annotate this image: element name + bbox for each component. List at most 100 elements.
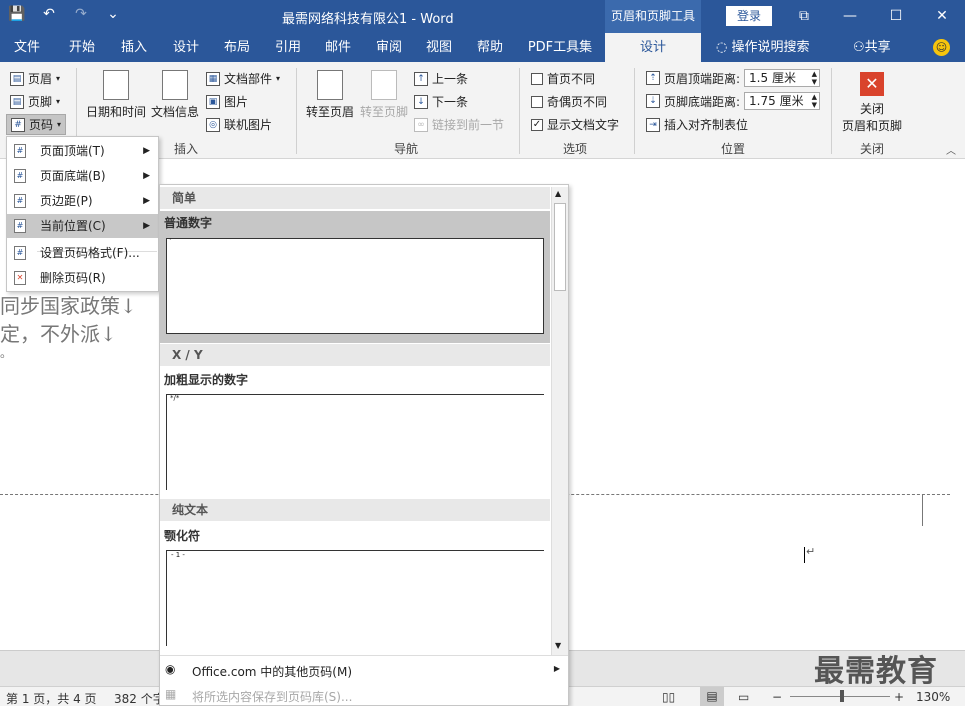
next-label: 下一条 <box>432 95 469 109</box>
separator <box>634 68 635 154</box>
page-top-icon: # <box>14 144 26 158</box>
link-previous-button[interactable]: ∞ 链接到前一节 <box>414 116 504 133</box>
gallery-item-bold-numbers[interactable]: */* <box>166 394 544 490</box>
title-bar: 💾 ↶ ↷ ⌄ 最需网络科技有限公1 - Word 页眉和页脚工具 登录 ⧉ —… <box>0 0 965 33</box>
picture-label: 图片 <box>224 95 249 109</box>
online-picture-icon: ◎ <box>206 117 220 132</box>
tab-help[interactable]: 帮助 <box>470 33 510 62</box>
tab-file[interactable]: 文件 <box>8 33 46 62</box>
separator <box>519 68 520 154</box>
tab-pdf-tools[interactable]: PDF工具集 <box>522 33 598 62</box>
online-picture-button[interactable]: ◎ 联机图片 <box>206 116 272 133</box>
scroll-thumb[interactable] <box>554 203 566 291</box>
close-red-x-icon: ✕ <box>860 72 884 96</box>
current-position-gallery: 简单 普通数字 · X / Y 加粗显示的数字 */* 纯文本 颚化符 - 1 … <box>159 184 569 706</box>
gallery-item-plain-number[interactable]: · <box>166 235 544 334</box>
ribbon-display-options-icon[interactable]: ⧉ <box>781 0 827 33</box>
tab-home[interactable]: 开始 <box>62 33 102 62</box>
zoom-slider-thumb[interactable] <box>840 690 844 702</box>
minimize-icon[interactable]: — <box>827 0 873 33</box>
separator <box>296 68 297 154</box>
spinner-arrows-icon[interactable]: ▲ ▼ <box>812 70 817 86</box>
doc-info-label: 文档信息 <box>150 105 199 119</box>
next-button[interactable]: ↓ 下一条 <box>414 93 468 110</box>
zoom-in-button[interactable]: + <box>894 690 904 704</box>
thumbnail-text: - 1 - <box>171 551 185 559</box>
show-doc-text-checkbox[interactable]: ✓ 显示文档文字 <box>531 116 619 133</box>
footer-button[interactable]: ▤ 页脚 ▾ <box>10 93 60 110</box>
menu-item-bottom-of-page[interactable]: # 页面底端(B) ▶ <box>7 164 158 188</box>
save-icon[interactable]: 💾 <box>8 6 26 22</box>
spinner-arrows-icon[interactable]: ▲ ▼ <box>812 93 817 109</box>
tab-mailings[interactable]: 邮件 <box>318 33 358 62</box>
page-number-icon: # <box>11 117 25 132</box>
watermark-logo: 最需教育 <box>814 654 938 689</box>
header-top-spinner[interactable]: 1.5 厘米 ▲ ▼ <box>744 69 821 87</box>
tab-references[interactable]: 引用 <box>268 33 308 62</box>
page-number-button[interactable]: # 页码 ▾ <box>6 114 67 135</box>
undo-icon[interactable]: ↶ <box>40 6 58 22</box>
insert-alignment-tab-button[interactable]: ⇥ 插入对齐制表位 <box>646 116 748 133</box>
header-top-distance: ⇡ 页眉顶端距离: 1.5 厘米 ▲ ▼ <box>646 69 821 87</box>
tell-me-search[interactable]: ◌ 操作说明搜索 <box>716 33 810 62</box>
word-count[interactable]: 382 个字 <box>114 690 165 706</box>
scroll-up-icon[interactable]: ▲ <box>555 189 561 198</box>
doc-parts-button[interactable]: ▦ 文档部件 ▾ <box>206 70 280 87</box>
menu-item-top-of-page[interactable]: # 页面顶端(T) ▶ <box>7 139 158 163</box>
menu-item-page-margins[interactable]: # 页边距(P) ▶ <box>7 189 158 213</box>
goto-footer-button[interactable]: 转至页脚 <box>358 70 410 120</box>
header-button[interactable]: ▤ 页眉 ▾ <box>10 70 60 87</box>
menu-item-format-page-numbers[interactable]: # 设置页码格式(F)... <box>7 241 158 265</box>
person-icon: ⚇ <box>853 40 865 55</box>
different-odd-even-checkbox[interactable]: 奇偶页不同 <box>531 93 607 110</box>
doc-line-2: 定，不外派↓ <box>0 322 117 346</box>
menu-item-current-position[interactable]: # 当前位置(C) ▶ <box>7 214 158 238</box>
login-button[interactable]: 登录 <box>726 6 772 26</box>
margin-mark <box>922 494 923 526</box>
goto-header-label: 转至页眉 <box>305 105 354 119</box>
customize-qat-icon[interactable]: ⌄ <box>104 6 122 22</box>
scroll-down-icon[interactable]: ▼ <box>555 641 561 650</box>
menu-item-label: 设置页码格式(F)... <box>40 246 140 260</box>
tab-review[interactable]: 审阅 <box>369 33 409 62</box>
different-first-page-checkbox[interactable]: 首页不同 <box>531 70 595 87</box>
format-page-number-icon: # <box>14 246 26 260</box>
print-layout-icon[interactable]: ▤ <box>700 687 724 706</box>
close-header-footer-button[interactable]: ✕ 关闭 页眉和页脚 <box>838 72 906 134</box>
tab-insert[interactable]: 插入 <box>114 33 154 62</box>
previous-button[interactable]: ↑ 上一条 <box>414 70 468 87</box>
submenu-arrow-icon: ▶ <box>143 221 150 231</box>
date-time-button[interactable]: 日期和时间 <box>86 70 146 120</box>
picture-button[interactable]: ▣ 图片 <box>206 93 248 110</box>
share-button[interactable]: ⚇共享 <box>853 33 891 62</box>
web-layout-icon[interactable]: ▭ <box>738 690 749 704</box>
tab-design[interactable]: 设计 <box>166 33 206 62</box>
gallery-item-tilde[interactable]: - 1 - <box>166 550 544 646</box>
checkbox-checked-icon: ✓ <box>531 118 543 131</box>
current-position-icon: # <box>14 219 26 233</box>
menu-item-remove-page-numbers[interactable]: ✕ 删除页码(R) <box>7 266 158 290</box>
doc-info-button[interactable]: 文档信息 <box>150 70 200 120</box>
smiley-feedback-icon[interactable]: ☺ <box>933 39 950 56</box>
goto-header-button[interactable]: 转至页眉 <box>304 70 356 120</box>
insert-alignment-tab-label: 插入对齐制表位 <box>664 118 749 132</box>
zoom-out-button[interactable]: − <box>772 690 782 704</box>
read-mode-icon[interactable]: ▯▯ <box>662 690 675 704</box>
tab-hf-design[interactable]: 设计 <box>605 33 701 62</box>
zoom-level[interactable]: 130% <box>916 690 950 704</box>
gallery-scrollbar[interactable]: ▲ ▼ <box>551 187 568 655</box>
tab-view[interactable]: 视图 <box>419 33 459 62</box>
doc-parts-label: 文档部件 <box>224 72 273 86</box>
maximize-icon[interactable]: ☐ <box>873 0 919 33</box>
close-icon[interactable]: ✕ <box>919 0 965 33</box>
more-from-office-com[interactable]: Office.com 中的其他页码(M) <box>192 663 352 680</box>
show-doc-text-label: 显示文档文字 <box>547 118 620 132</box>
collapse-ribbon-icon[interactable]: ︿ <box>946 142 956 157</box>
menu-item-label: 当前位置(C) <box>40 219 106 233</box>
page-count[interactable]: 第 1 页，共 4 页 <box>6 690 97 706</box>
footer-bottom-spinner[interactable]: 1.75 厘米 ▲ ▼ <box>744 92 821 110</box>
redo-icon[interactable]: ↷ <box>72 6 90 22</box>
tab-layout[interactable]: 布局 <box>217 33 257 62</box>
save-selection-to-gallery[interactable]: 将所选内容保存到页码库(S)... <box>192 688 352 705</box>
group-label-options: 选项 <box>563 142 588 156</box>
